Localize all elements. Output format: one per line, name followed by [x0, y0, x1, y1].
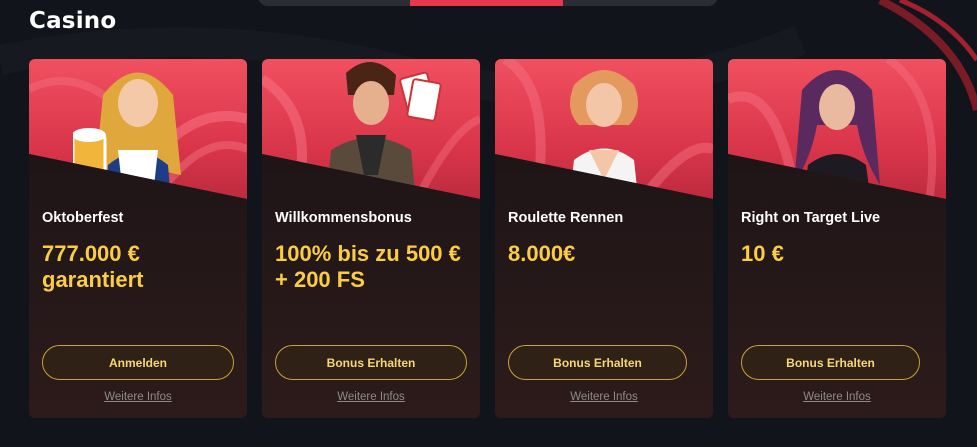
tab-segment-1[interactable] — [258, 0, 408, 6]
card-title: Oktoberfest — [42, 210, 124, 226]
get-bonus-button[interactable]: Bonus Erhalten — [741, 345, 920, 380]
signup-button[interactable]: Anmelden — [42, 345, 234, 380]
card-offer-amount: 10 € — [741, 241, 784, 266]
more-info-link[interactable]: Weitere Infos — [495, 391, 713, 403]
card-title: Roulette Rennen — [508, 210, 624, 226]
tabs-strip — [258, 0, 718, 6]
more-info-link[interactable]: Weitere Infos — [262, 391, 480, 403]
promo-card-willkommensbonus: Willkommensbonus 100% bis zu 500 € + 200… — [262, 59, 480, 418]
card-offer-amount: 8.000€ — [508, 241, 576, 266]
tab-segment-2-active[interactable] — [410, 0, 563, 6]
card-title: Right on Target Live — [741, 210, 881, 226]
card-title: Willkommensbonus — [275, 210, 412, 226]
card-offer-amount: 777.000 € garantiert — [42, 241, 144, 292]
page-title: Casino — [29, 8, 117, 34]
tab-segment-3[interactable] — [565, 0, 718, 6]
promo-card-oktoberfest: Oktoberfest 777.000 € garantiert Anmelde… — [29, 59, 247, 418]
promo-card-right-on-target-live: Right on Target Live 10 € Bonus Erhalten… — [728, 59, 946, 418]
more-info-link[interactable]: Weitere Infos — [29, 391, 247, 403]
get-bonus-button[interactable]: Bonus Erhalten — [275, 345, 467, 380]
promo-card-roulette-rennen: Roulette Rennen 8.000€ Bonus Erhalten We… — [495, 59, 713, 418]
get-bonus-button[interactable]: Bonus Erhalten — [508, 345, 687, 380]
card-offer-amount: 100% bis zu 500 € + 200 FS — [275, 241, 461, 292]
more-info-link[interactable]: Weitere Infos — [728, 391, 946, 403]
